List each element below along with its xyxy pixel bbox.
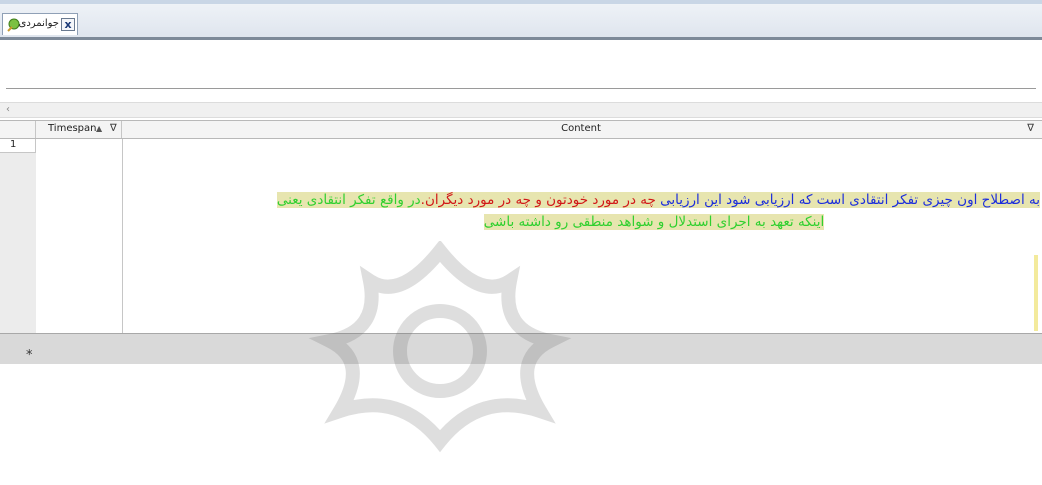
new-row[interactable]: * [0, 333, 1042, 364]
row-number-column [0, 139, 37, 351]
tab-strip-underline [0, 37, 1042, 40]
row-number[interactable]: 1 [0, 139, 36, 153]
filter-icon[interactable]: ∇ [1027, 121, 1034, 137]
column-header-label: Timespan [48, 123, 97, 134]
scroll-left-arrow-icon[interactable]: ‹ [6, 104, 10, 115]
caption-segment: به اصطلاح اون چیزی تفکر انتقادی است که ا… [660, 192, 1040, 208]
caption-line-1: به اصطلاح اون چیزی تفکر انتقادی است که ا… [118, 189, 1040, 211]
subtitle-grid: Timespan ▲ ∇ Content ∇ 1 * به اصطلاح اون… [0, 120, 1042, 453]
content-cell[interactable]: به اصطلاح اون چیزی تفکر انتقادی است که ا… [118, 189, 1040, 233]
column-header-label: Content [561, 123, 601, 134]
new-row-icon: * [26, 348, 33, 363]
grid-header: Timespan ▲ ∇ Content ∇ [0, 121, 1042, 139]
close-icon[interactable]: x [61, 18, 75, 31]
caption-line-2: اینکه تعهد به اجرای استدلال و شواهد منطق… [118, 211, 1040, 233]
horizontal-scrollbar[interactable]: ‹ [0, 102, 1042, 118]
tag-icon [6, 18, 20, 32]
filter-icon[interactable]: ∇ [110, 121, 117, 137]
tab-bar: جوانمردی x [0, 4, 1042, 38]
column-header-timespan[interactable]: Timespan ▲ ∇ [36, 121, 122, 138]
timespan-cell[interactable] [36, 139, 123, 351]
content-cell-edge [1034, 255, 1038, 331]
tab-label: جوانمردی [18, 18, 60, 29]
document-tab[interactable]: جوانمردی x [2, 13, 78, 35]
document-header [0, 41, 1042, 101]
header-divider [6, 88, 1036, 89]
column-header-content[interactable]: Content ∇ [122, 121, 1040, 138]
sort-ascending-icon[interactable]: ▲ [96, 121, 102, 137]
caption-segment: چه در مورد خودتون و چه در مورد دیگران. [420, 192, 661, 208]
caption-segment: در واقع تفکر انتقادی یعنی [276, 192, 421, 208]
row-number-header [0, 121, 36, 138]
caption-segment: اینکه تعهد به اجرای استدلال و شواهد منطق… [483, 214, 825, 230]
